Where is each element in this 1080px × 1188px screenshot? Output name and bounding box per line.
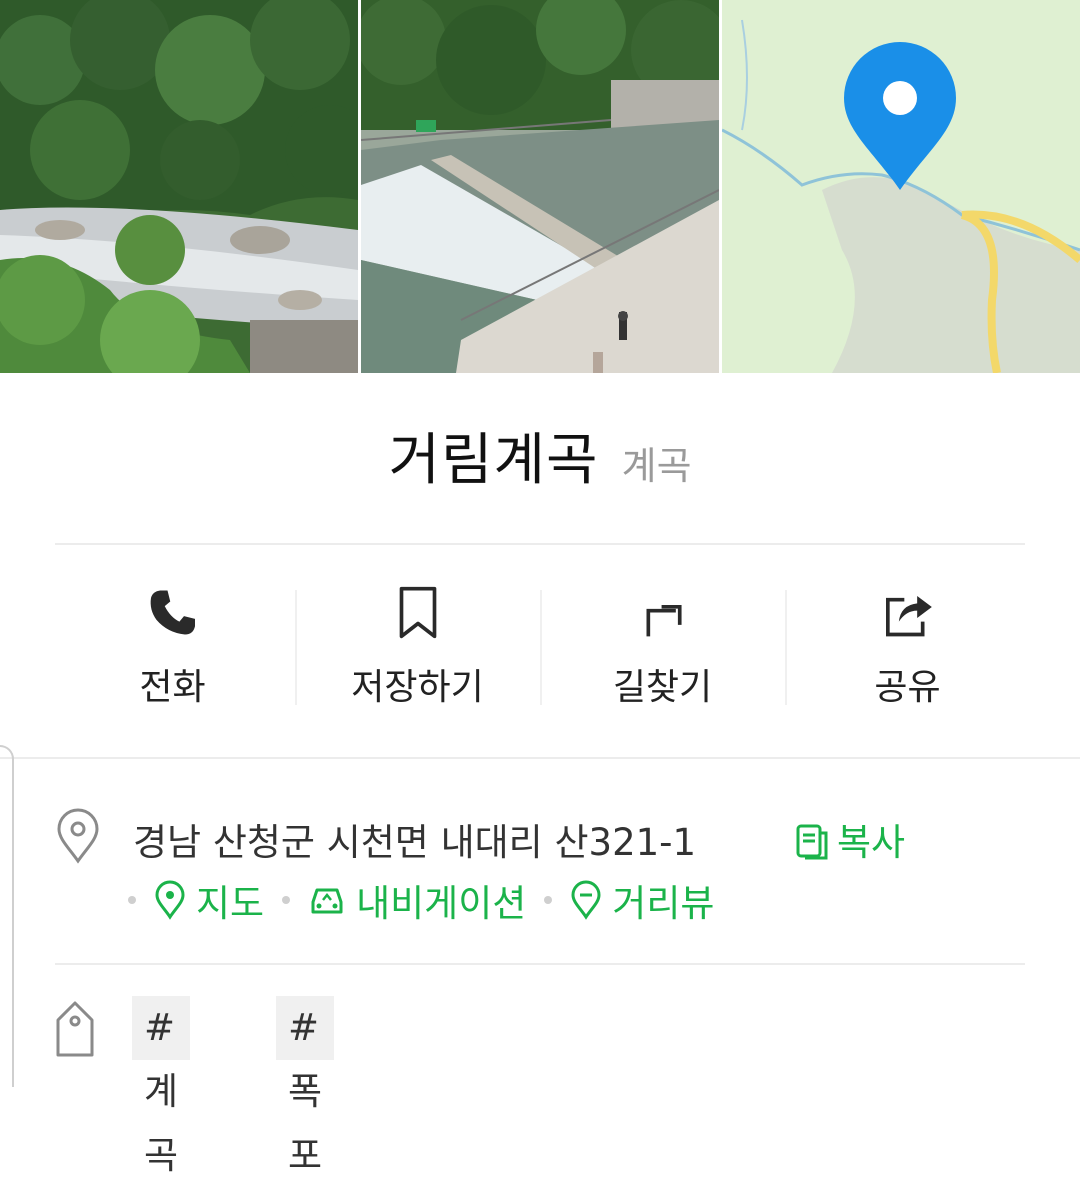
save-button[interactable]: 저장하기 — [295, 585, 540, 710]
streetview-icon — [571, 880, 601, 920]
tag-chip[interactable]: #계곡 — [132, 996, 191, 1177]
map-link[interactable]: 지도 — [154, 873, 264, 927]
directions-label: 길찾기 — [612, 667, 713, 708]
copy-icon — [796, 824, 828, 860]
call-label: 전화 — [139, 667, 206, 708]
tag-icon — [56, 1001, 94, 1057]
panel-edge — [0, 745, 14, 1087]
address-text: 경남 산청군 시천면 내대리 산321-1 — [133, 821, 697, 864]
car-icon — [311, 888, 343, 914]
location-pin-icon — [57, 808, 99, 864]
separator-dot — [128, 896, 136, 904]
action-bar: 전화 저장하기 길찾기 공유 — [50, 585, 1030, 710]
directions-icon — [646, 604, 682, 637]
divider — [55, 543, 1025, 545]
map-link-label: 지도 — [196, 882, 265, 925]
gallery-photo-valley[interactable] — [0, 0, 358, 373]
divider — [0, 757, 1080, 759]
copy-address-button[interactable]: 복사 — [795, 812, 905, 866]
streetview-link[interactable]: 거리뷰 — [570, 873, 714, 927]
map-pin-icon — [155, 880, 185, 920]
copy-label: 복사 — [837, 821, 906, 864]
gallery-photo-weir[interactable] — [361, 0, 719, 373]
phone-icon — [150, 590, 195, 635]
place-category: 계곡 — [621, 444, 692, 488]
place-header: 거림계곡 계곡 — [0, 415, 1080, 496]
share-label: 공유 — [874, 667, 941, 708]
address-links: 지도 내비게이션 거리뷰 — [128, 872, 714, 928]
divider — [55, 963, 1025, 965]
separator-dot — [282, 896, 291, 904]
bookmark-icon — [399, 586, 436, 639]
navigation-link-label: 내비게이션 — [356, 882, 527, 925]
tag-chip[interactable]: #폭포 — [276, 996, 335, 1177]
save-label: 저장하기 — [351, 667, 484, 708]
share-icon — [885, 596, 932, 637]
gallery-map-thumbnail[interactable] — [722, 0, 1080, 373]
photo-gallery — [0, 0, 1080, 373]
streetview-link-label: 거리뷰 — [612, 882, 715, 925]
address-row: 경남 산청군 시천면 내대리 산321-1 복사 — [55, 808, 1045, 868]
navigation-link[interactable]: 내비게이션 — [308, 873, 526, 927]
directions-button[interactable]: 길찾기 — [540, 585, 785, 710]
separator-dot — [544, 896, 553, 904]
call-button[interactable]: 전화 — [50, 585, 295, 710]
place-title: 거림계곡 — [388, 428, 599, 493]
share-button[interactable]: 공유 — [785, 585, 1030, 710]
